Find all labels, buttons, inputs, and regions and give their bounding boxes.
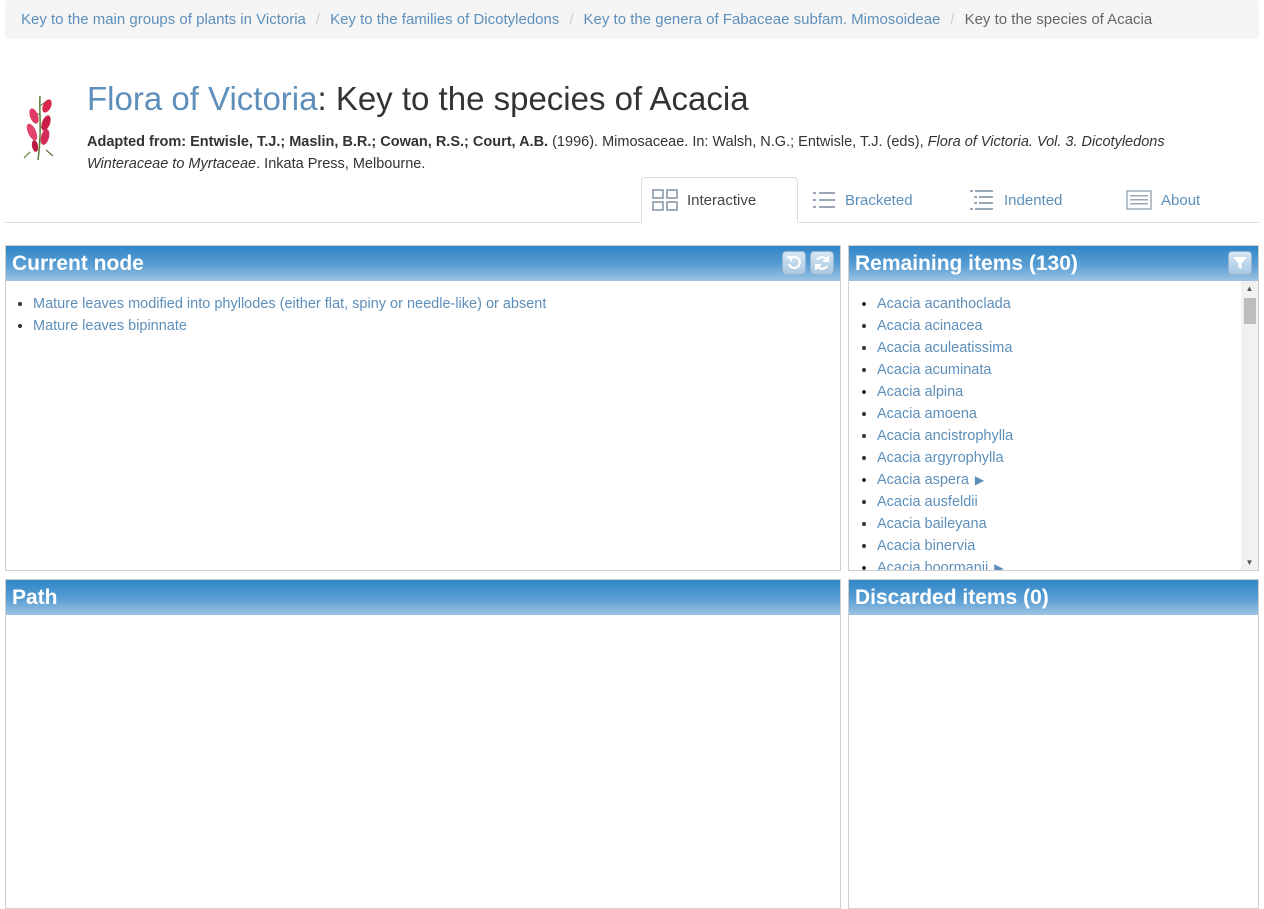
tab-interactive[interactable]: Interactive bbox=[641, 177, 798, 223]
citation-publisher: . Inkata Press, Melbourne. bbox=[256, 156, 426, 172]
taxon-link[interactable]: Acacia boormanii bbox=[877, 560, 988, 570]
flora-of-victoria-link[interactable]: Flora of Victoria bbox=[87, 80, 317, 117]
list-item: Acacia boormanii ▶ bbox=[877, 557, 1241, 570]
list-icon bbox=[813, 192, 835, 208]
citation: Adapted from: Entwisle, T.J.; Maslin, B.… bbox=[87, 131, 1247, 175]
citation-authors: Adapted from: Entwisle, T.J.; Maslin, B.… bbox=[87, 134, 549, 150]
taxon-link[interactable]: Acacia binervia bbox=[877, 538, 975, 554]
lead-link[interactable]: Mature leaves modified into phyllodes (e… bbox=[33, 296, 546, 312]
tab-bracketed[interactable]: Bracketed bbox=[802, 177, 952, 223]
breadcrumb-current: Key to the species of Acacia bbox=[964, 11, 1153, 28]
current-node-title: Current node bbox=[12, 251, 144, 275]
indented-list-icon bbox=[970, 190, 993, 210]
list-item: Acacia ancistrophylla bbox=[877, 425, 1241, 447]
filter-button[interactable] bbox=[1228, 251, 1252, 275]
list-item: Acacia amoena bbox=[877, 403, 1241, 425]
path-header: Path bbox=[6, 580, 840, 615]
list-item: Acacia ausfeldii bbox=[877, 491, 1241, 513]
list-item: Acacia acinacea bbox=[877, 315, 1241, 337]
refresh-icon bbox=[815, 256, 829, 270]
taxon-link[interactable]: Acacia aculeatissima bbox=[877, 340, 1012, 356]
lead-link[interactable]: Mature leaves bipinnate bbox=[33, 318, 187, 334]
citation-text: (1996). Mimosaceae. In: Walsh, N.G.; Ent… bbox=[548, 134, 928, 150]
current-node-panel: Current node Mature leaves modified into… bbox=[5, 245, 841, 571]
path-panel: Path bbox=[5, 579, 841, 909]
breadcrumb-link-mimosoideae[interactable]: Key to the genera of Fabaceae subfam. Mi… bbox=[584, 11, 941, 28]
discarded-items-panel: Discarded items (0) bbox=[848, 579, 1259, 909]
list-item: Acacia binervia bbox=[877, 535, 1241, 557]
grid-icon bbox=[652, 189, 678, 211]
tab-about-label: About bbox=[1161, 191, 1201, 209]
list-item: Acacia acanthoclada bbox=[877, 293, 1241, 315]
undo-icon bbox=[787, 255, 801, 270]
remaining-items-list: Acacia acanthoclada Acacia acinacea Acac… bbox=[849, 281, 1241, 570]
remaining-items-header: Remaining items (130) bbox=[849, 246, 1258, 281]
discarded-items-header: Discarded items (0) bbox=[849, 580, 1258, 615]
list-item: Acacia baileyana bbox=[877, 513, 1241, 535]
list-item: Mature leaves modified into phyllodes (e… bbox=[33, 293, 840, 315]
tab-indented-label: Indented bbox=[1004, 191, 1063, 209]
taxon-link[interactable]: Acacia acanthoclada bbox=[877, 296, 1011, 312]
taxon-link[interactable]: Acacia amoena bbox=[877, 406, 977, 422]
breadcrumb-separator: / bbox=[569, 11, 574, 28]
remaining-items-panel: Remaining items (130) Acacia acanthoclad… bbox=[848, 245, 1259, 571]
taxon-link[interactable]: Acacia acinacea bbox=[877, 318, 983, 334]
remaining-items-title: Remaining items (130) bbox=[855, 251, 1078, 275]
expand-arrow-icon[interactable]: ▶ bbox=[975, 473, 984, 487]
tab-interactive-label: Interactive bbox=[687, 191, 757, 209]
lead-list: Mature leaves modified into phyllodes (e… bbox=[6, 281, 840, 337]
restart-button[interactable] bbox=[810, 251, 834, 275]
list-item: Acacia alpina bbox=[877, 381, 1241, 403]
page-title-text: : Key to the species of Acacia bbox=[317, 80, 749, 117]
breadcrumb: Key to the main groups of plants in Vict… bbox=[5, 0, 1259, 39]
page-title: Flora of Victoria: Key to the species of… bbox=[87, 80, 749, 118]
list-item: Acacia aculeatissima bbox=[877, 337, 1241, 359]
scrollbar-thumb[interactable] bbox=[1244, 298, 1256, 324]
expand-arrow-icon[interactable]: ▶ bbox=[994, 561, 1003, 570]
breadcrumb-link-main-groups[interactable]: Key to the main groups of plants in Vict… bbox=[21, 11, 306, 28]
scroll-up-arrow-icon[interactable]: ▲ bbox=[1241, 281, 1258, 296]
list-item: Acacia acuminata bbox=[877, 359, 1241, 381]
flora-logo-flower-icon bbox=[23, 95, 54, 161]
path-title: Path bbox=[12, 585, 58, 609]
list-item: Acacia argyrophylla bbox=[877, 447, 1241, 469]
scroll-down-arrow-icon[interactable]: ▼ bbox=[1241, 555, 1258, 570]
list-item: Acacia aspera ▶ bbox=[877, 469, 1241, 491]
tab-indented[interactable]: Indented bbox=[959, 177, 1109, 223]
taxon-link[interactable]: Acacia ancistrophylla bbox=[877, 428, 1013, 444]
list-item: Mature leaves bipinnate bbox=[33, 315, 840, 337]
taxon-link[interactable]: Acacia baileyana bbox=[877, 516, 987, 532]
filter-icon bbox=[1233, 257, 1247, 269]
remaining-items-list-container: Acacia acanthoclada Acacia acinacea Acac… bbox=[849, 281, 1241, 570]
discarded-items-title: Discarded items (0) bbox=[855, 585, 1049, 609]
taxon-link[interactable]: Acacia alpina bbox=[877, 384, 963, 400]
tab-bracketed-label: Bracketed bbox=[845, 191, 913, 209]
taxon-link[interactable]: Acacia aspera bbox=[877, 472, 969, 488]
breadcrumb-separator: / bbox=[315, 11, 321, 28]
current-node-header: Current node bbox=[6, 246, 840, 281]
breadcrumb-separator: / bbox=[950, 11, 955, 28]
step-back-button[interactable] bbox=[782, 251, 806, 275]
view-tabs: Interactive Bracketed Indented About bbox=[5, 177, 1259, 223]
taxon-link[interactable]: Acacia acuminata bbox=[877, 362, 991, 378]
taxon-link[interactable]: Acacia argyrophylla bbox=[877, 450, 1004, 466]
taxon-link[interactable]: Acacia ausfeldii bbox=[877, 494, 978, 510]
tab-about[interactable]: About bbox=[1116, 177, 1256, 223]
remaining-items-scrollbar[interactable]: ▲ ▼ bbox=[1241, 281, 1258, 570]
document-icon bbox=[1126, 190, 1152, 210]
breadcrumb-link-dicotyledons[interactable]: Key to the families of Dicotyledons bbox=[330, 11, 559, 28]
